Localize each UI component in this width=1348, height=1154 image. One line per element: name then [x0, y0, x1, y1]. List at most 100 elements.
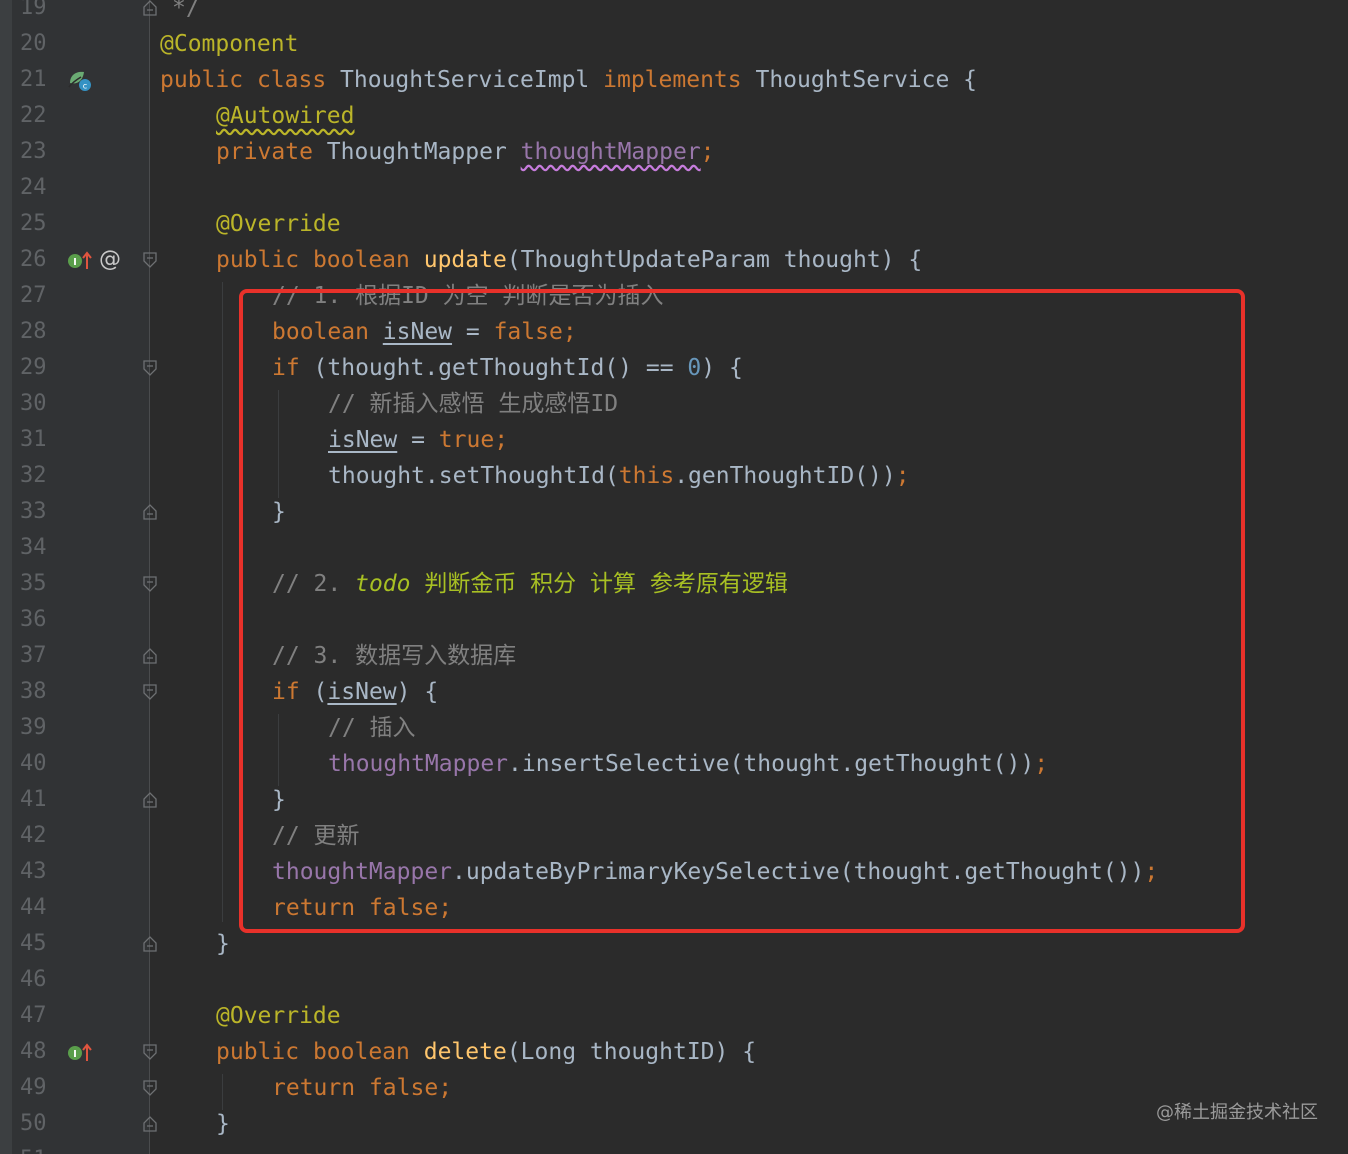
code-comment: // 1. 根据ID 为空 判断是否为插入: [272, 283, 664, 309]
code-editor[interactable]: 19 */ 20 @Component 21 c public class Th…: [0, 0, 1348, 1154]
code-text: public boolean update(ThoughtUpdateParam…: [216, 247, 923, 273]
code-line-22: 22 @Autowired: [0, 98, 1348, 134]
code-text: @Override: [216, 211, 341, 237]
line-number: 24: [20, 175, 47, 200]
code-line-41: 41 }: [0, 782, 1348, 818]
code-line-49: 49 return false;: [0, 1070, 1348, 1106]
code-line-50: 50 }: [0, 1106, 1348, 1142]
code-line-36: 36: [0, 602, 1348, 638]
line-number: 34: [20, 535, 47, 560]
code-text: thoughtMapper.updateByPrimaryKeySelectiv…: [272, 859, 1159, 885]
fold-end-icon[interactable]: [143, 648, 157, 664]
code-comment: // 插入: [328, 715, 416, 741]
code-text: public class ThoughtServiceImpl implemen…: [160, 67, 978, 93]
line-number: 51: [20, 1142, 60, 1154]
code-line-40: 40 thoughtMapper.insertSelective(thought…: [0, 746, 1348, 782]
code-text: private ThoughtMapper thoughtMapper;: [216, 139, 715, 165]
fold-end-icon[interactable]: [143, 504, 157, 520]
code-line-28: 28 boolean isNew = false;: [0, 314, 1348, 350]
todo-comment: // 2. todo 判断金币 积分 计算 参考原有逻辑: [272, 571, 788, 597]
fold-end-icon[interactable]: [143, 1116, 157, 1132]
line-number: 19: [20, 0, 47, 20]
at-annotation-icon[interactable]: @: [99, 242, 121, 278]
line-number: 39: [20, 715, 47, 740]
code-line-23: 23 private ThoughtMapper thoughtMapper;: [0, 134, 1348, 170]
spring-bean-icon[interactable]: c: [66, 69, 94, 93]
code-line-26: 26 I @ public boolean update(ThoughtUpda…: [0, 242, 1348, 278]
fold-end-icon[interactable]: [143, 0, 157, 16]
line-number: 22: [20, 103, 47, 128]
code-line-38: 38 if (isNew) {: [0, 674, 1348, 710]
code-text: return false;: [272, 895, 453, 921]
line-number: 44: [20, 895, 47, 920]
svg-text:I: I: [73, 1049, 77, 1060]
line-number: 32: [20, 463, 47, 488]
line-number: 26: [20, 247, 47, 272]
line-number: 41: [20, 787, 47, 812]
fold-start-icon[interactable]: [143, 1080, 157, 1096]
code-text: if (thought.getThoughtId() == 0) {: [272, 355, 743, 381]
fold-start-icon[interactable]: [143, 252, 157, 268]
code-line-45: 45 }: [0, 926, 1348, 962]
fold-start-icon[interactable]: [143, 684, 157, 700]
fold-end-icon[interactable]: [143, 936, 157, 952]
code-text: }: [272, 787, 286, 813]
implements-method-icon[interactable]: I: [66, 1041, 92, 1065]
line-number: 35: [20, 571, 47, 596]
fold-start-icon[interactable]: [143, 360, 157, 376]
line-number: 45: [20, 931, 47, 956]
code-line-31: 31 isNew = true;: [0, 422, 1348, 458]
line-number: 21: [20, 67, 47, 92]
line-number: 31: [20, 427, 47, 452]
code-text: */: [172, 0, 200, 21]
code-line-27: 27 // 1. 根据ID 为空 判断是否为插入: [0, 278, 1348, 314]
code-text: isNew = true;: [328, 427, 509, 453]
line-number: 42: [20, 823, 47, 848]
code-area[interactable]: 19 */ 20 @Component 21 c public class Th…: [0, 0, 1348, 1154]
code-text: @Override: [216, 1003, 341, 1029]
line-number: 33: [20, 499, 47, 524]
watermark: @稀土掘金技术社区: [1156, 1102, 1318, 1123]
code-line-37: 37 // 3. 数据写入数据库: [0, 638, 1348, 674]
code-line-19: 19 */: [0, 0, 1348, 26]
implements-method-icon[interactable]: I: [66, 249, 92, 273]
line-number: 47: [20, 1003, 47, 1028]
line-number: 30: [20, 391, 47, 416]
code-text: return false;: [272, 1075, 453, 1101]
line-number: 28: [20, 319, 47, 344]
code-line-43: 43 thoughtMapper.updateByPrimaryKeySelec…: [0, 854, 1348, 890]
line-number: 48: [20, 1039, 47, 1064]
fold-start-icon[interactable]: [143, 576, 157, 592]
code-comment: // 更新: [272, 823, 360, 849]
line-number: 43: [20, 859, 47, 884]
code-line-29: 29 if (thought.getThoughtId() == 0) {: [0, 350, 1348, 386]
code-line-44: 44 return false;: [0, 890, 1348, 926]
code-line-48: 48 I public boolean delete(Long thoughtI…: [0, 1034, 1348, 1070]
code-line-39: 39 // 插入: [0, 710, 1348, 746]
svg-text:c: c: [83, 82, 87, 91]
line-number: 49: [20, 1075, 47, 1100]
code-line-51: 51: [0, 1142, 1348, 1154]
code-line-30: 30 // 新插入感悟 生成感悟ID: [0, 386, 1348, 422]
code-line-21: 21 c public class ThoughtServiceImpl imp…: [0, 62, 1348, 98]
fold-start-icon[interactable]: [143, 1044, 157, 1060]
code-text: boolean isNew = false;: [272, 319, 577, 345]
line-number: 37: [20, 643, 47, 668]
fold-end-icon[interactable]: [143, 792, 157, 808]
code-line-47: 47 @Override: [0, 998, 1348, 1034]
line-number: 20: [20, 31, 47, 56]
line-number: 50: [20, 1111, 47, 1136]
code-line-34: 34: [0, 530, 1348, 566]
code-line-32: 32 thought.setThoughtId(this.genThoughtI…: [0, 458, 1348, 494]
line-number: 36: [20, 607, 47, 632]
line-number: 46: [20, 967, 47, 992]
code-line-24: 24: [0, 170, 1348, 206]
line-number: 29: [20, 355, 47, 380]
code-text: if (isNew) {: [272, 679, 439, 705]
code-comment: // 3. 数据写入数据库: [272, 643, 517, 669]
code-text: }: [216, 931, 230, 957]
line-number: 27: [20, 283, 47, 308]
code-text: }: [272, 499, 286, 525]
code-text: public boolean delete(Long thoughtID) {: [216, 1039, 757, 1065]
code-text: @Component: [160, 31, 299, 57]
